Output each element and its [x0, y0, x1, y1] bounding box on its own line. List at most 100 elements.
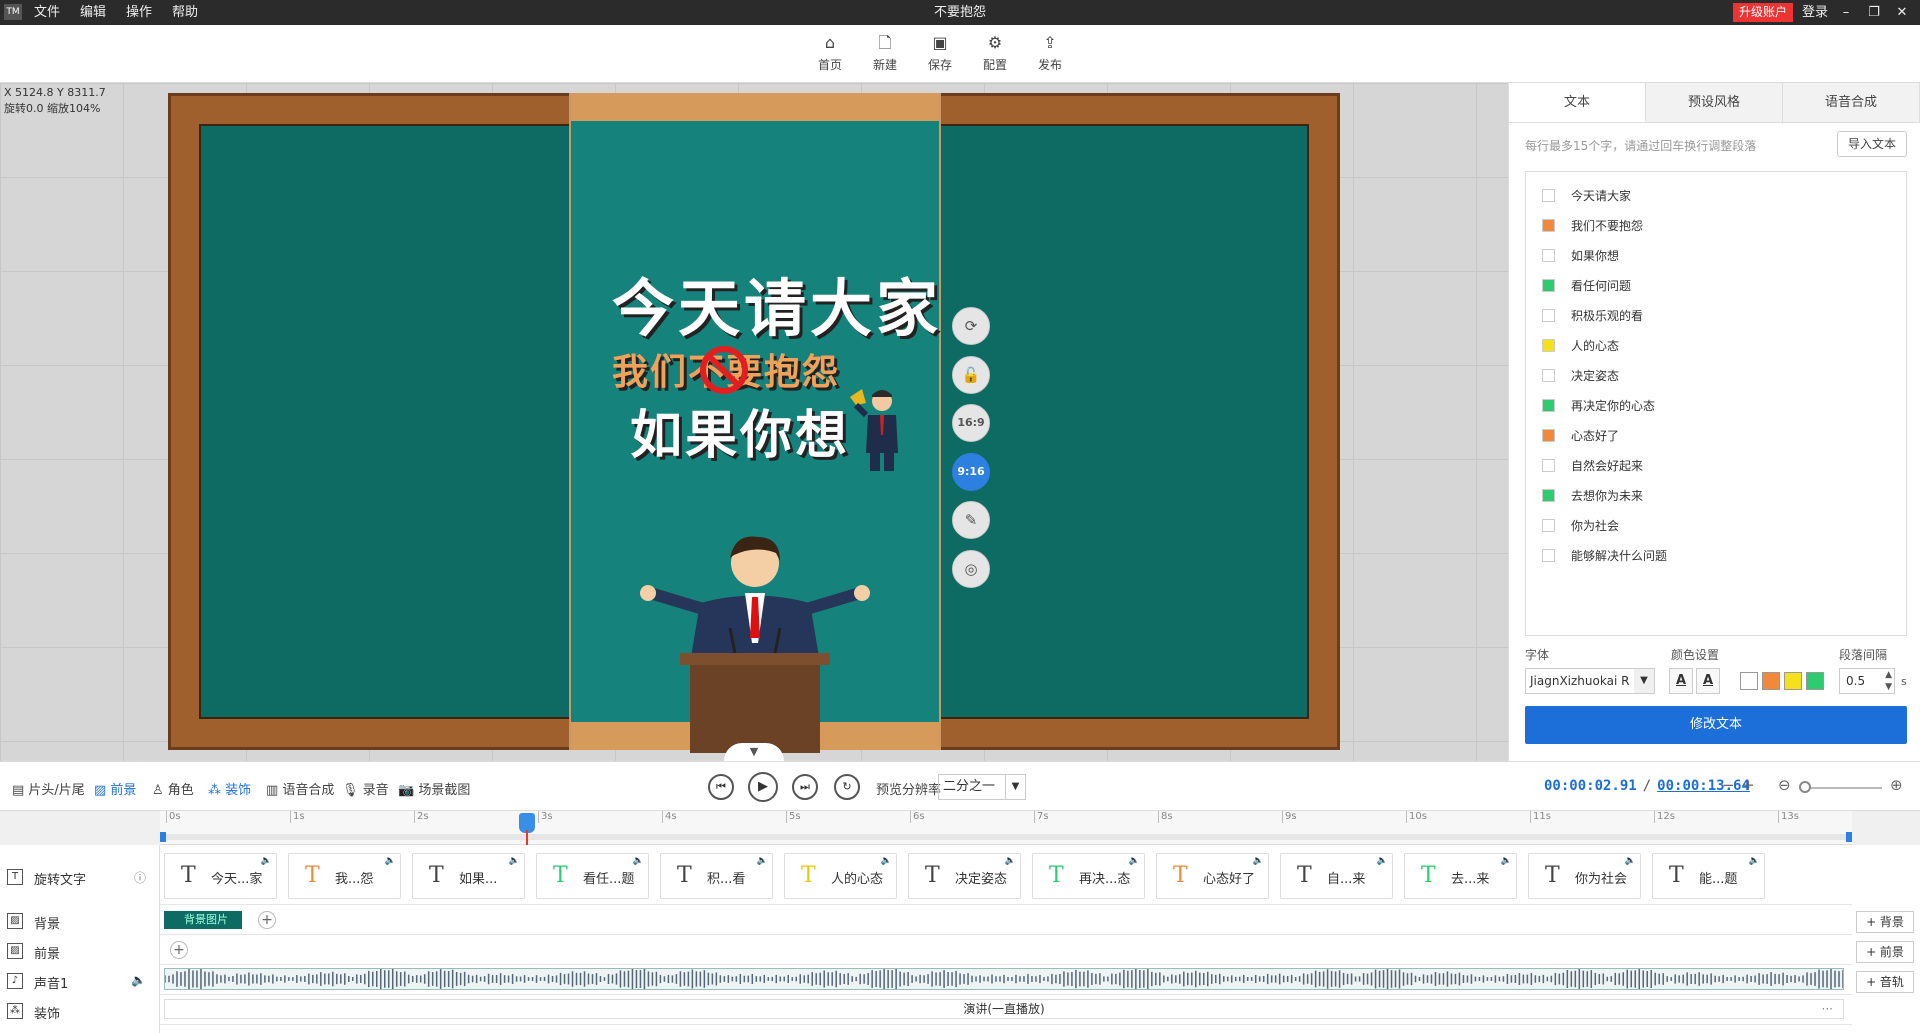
text-line-item[interactable]: 积极乐观的看: [1526, 300, 1906, 330]
font-select[interactable]: JiagnXizhuokai R ▼: [1525, 668, 1655, 694]
text-clip[interactable]: T 去...来 🔈: [1404, 853, 1517, 899]
background-clip[interactable]: 背景图片: [164, 911, 242, 929]
minimize-icon[interactable]: –: [1832, 0, 1860, 25]
add-background-button[interactable]: + 背景: [1856, 911, 1914, 933]
businessman-figure[interactable]: [840, 383, 910, 473]
speaker-icon[interactable]: 🔈: [1005, 856, 1016, 866]
track-label-rotate-text[interactable]: T 旋转文字 ⓘ: [0, 869, 160, 888]
target-icon[interactable]: ◎: [952, 550, 990, 588]
paragraph-spacing-input[interactable]: 0.5 ▲ ▼: [1839, 668, 1895, 694]
zoom-in-icon[interactable]: ⊕: [1890, 776, 1903, 794]
modify-text-button[interactable]: 修改文本: [1525, 706, 1907, 744]
edit-pen-icon[interactable]: ✎: [952, 501, 990, 539]
line-color-swatch[interactable]: [1542, 248, 1555, 262]
text-line-item[interactable]: 人的心态: [1526, 330, 1906, 360]
audio-track-row[interactable]: [160, 965, 1852, 995]
save-button[interactable]: ▣ 保存: [915, 33, 965, 73]
more-icon[interactable]: ···: [1822, 1000, 1833, 1018]
tool-record[interactable]: 🎙 录音: [342, 779, 389, 798]
speaker-icon[interactable]: 🔈: [509, 856, 520, 866]
outline-color-icon[interactable]: A: [1696, 668, 1720, 694]
text-line-item[interactable]: 能够解决什么问题: [1526, 540, 1906, 570]
text-clip[interactable]: T 你为社会 🔈: [1528, 853, 1641, 899]
text-clip[interactable]: T 自...来 🔈: [1280, 853, 1393, 899]
tool-speech[interactable]: ▥ 语音合成: [266, 779, 334, 798]
tool-intro-outro[interactable]: ▤ 片头/片尾: [12, 779, 85, 798]
menu-help[interactable]: 帮助: [172, 0, 198, 25]
speaker-icon[interactable]: 🔈: [131, 973, 146, 987]
menu-edit[interactable]: 编辑: [80, 0, 106, 25]
line-color-swatch[interactable]: [1542, 398, 1555, 412]
line-color-swatch[interactable]: [1542, 308, 1555, 322]
prohibited-icon[interactable]: [700, 346, 748, 394]
tool-screenshot[interactable]: 📷 场景截图: [398, 779, 470, 798]
audio-waveform[interactable]: [164, 968, 1844, 990]
text-clip[interactable]: T 今天...家 🔈: [164, 853, 277, 899]
line-color-swatch[interactable]: [1542, 548, 1555, 562]
decoration-track-row[interactable]: 演讲(一直播放) ···: [160, 995, 1852, 1025]
text-line-item[interactable]: 再决定你的心态: [1526, 390, 1906, 420]
loop-icon[interactable]: ↻: [834, 774, 860, 800]
text-line-item[interactable]: 今天请大家: [1526, 180, 1906, 210]
text-clip[interactable]: T 我...怨 🔈: [288, 853, 401, 899]
stepper-arrows-icon[interactable]: ▲ ▼: [1885, 669, 1892, 693]
play-icon[interactable]: ▶: [748, 772, 778, 802]
foreground-track-row[interactable]: +: [160, 935, 1852, 965]
text-line-item[interactable]: 决定姿态: [1526, 360, 1906, 390]
edit-canvas[interactable]: X 5124.8 Y 8311.7 旋转0.0 缩放104% 今天请大家 我们不…: [0, 83, 1508, 761]
text-line-item[interactable]: 我们不要抱怨: [1526, 210, 1906, 240]
background-track-row[interactable]: 背景图片 +: [160, 905, 1852, 935]
text-line-item[interactable]: 看任何问题: [1526, 270, 1906, 300]
line-color-swatch[interactable]: [1542, 488, 1555, 502]
collapse-chevron-icon[interactable]: ▼: [724, 743, 784, 761]
text-clip[interactable]: T 再决...态 🔈: [1032, 853, 1145, 899]
track-label-decoration[interactable]: ⁂ 装饰: [0, 1003, 160, 1022]
time-ruler[interactable]: 0s 1s 2s 3s 4s 5s 6s 7s 8s 9s 10s 11s 12s 13s: [160, 811, 1852, 845]
speaker-icon[interactable]: 🔈: [1253, 856, 1264, 866]
text-line-item[interactable]: 去想你为未来: [1526, 480, 1906, 510]
speaker-icon[interactable]: 🔈: [1749, 856, 1760, 866]
line-color-swatch[interactable]: [1542, 368, 1555, 382]
restore-icon[interactable]: ❐: [1860, 0, 1888, 25]
color-swatch[interactable]: [1740, 672, 1758, 690]
close-icon[interactable]: ✕: [1888, 0, 1916, 25]
headline-text-1[interactable]: 今天请大家: [612, 258, 942, 348]
headline-text-3[interactable]: 如果你想: [630, 393, 850, 468]
import-text-button[interactable]: 导入文本: [1837, 131, 1907, 157]
text-line-list[interactable]: 今天请大家 我们不要抱怨 如果你想 看任何问题 积极乐观的看 人的心态 决定姿态 再决定你的心…: [1525, 171, 1907, 636]
upgrade-button[interactable]: 升级账户: [1733, 3, 1794, 22]
text-clip[interactable]: T 看任...题 🔈: [536, 853, 649, 899]
text-clip[interactable]: T 决定姿态 🔈: [908, 853, 1021, 899]
home-button[interactable]: ⌂ 首页: [805, 33, 855, 73]
decoration-clip[interactable]: 演讲(一直播放) ···: [164, 999, 1844, 1019]
line-color-swatch[interactable]: [1542, 278, 1555, 292]
text-line-item[interactable]: 心态好了: [1526, 420, 1906, 450]
help-icon[interactable]: ⓘ: [134, 869, 146, 886]
tab-text[interactable]: 文本: [1509, 83, 1646, 122]
speaker-icon[interactable]: 🔈: [1625, 856, 1636, 866]
zoom-slider-track[interactable]: [1800, 787, 1882, 789]
ratio-9-16-button[interactable]: 9:16: [952, 453, 990, 491]
text-line-item[interactable]: 自然会好起来: [1526, 450, 1906, 480]
text-clip[interactable]: T 人的心态 🔈: [784, 853, 897, 899]
line-color-swatch[interactable]: [1542, 428, 1555, 442]
speaker-icon[interactable]: 🔈: [1501, 856, 1512, 866]
font-color-icon[interactable]: A: [1669, 668, 1693, 694]
line-color-swatch[interactable]: [1542, 188, 1555, 202]
tool-foreground[interactable]: ▨ 前景: [94, 779, 136, 798]
config-button[interactable]: ⚙ 配置: [970, 33, 1020, 73]
replace-icon[interactable]: ⟳: [952, 307, 990, 345]
minus-icon[interactable]: −: [1722, 776, 1735, 794]
menu-operate[interactable]: 操作: [126, 0, 152, 25]
zoom-out-icon[interactable]: ⊖: [1778, 776, 1791, 794]
line-color-swatch[interactable]: [1542, 458, 1555, 472]
publish-button[interactable]: ⇪ 发布: [1025, 33, 1075, 73]
total-time[interactable]: 00:00:13.64: [1657, 778, 1750, 794]
lock-icon[interactable]: 🔓: [952, 356, 990, 394]
speaker-icon[interactable]: 🔈: [385, 856, 396, 866]
line-color-swatch[interactable]: [1542, 338, 1555, 352]
tab-speech-synthesis[interactable]: 语音合成: [1783, 83, 1920, 122]
track-area[interactable]: T 今天...家 🔈 T 我...怨 🔈 T 如果... 🔈 T 看任...题 🔈 T 积...看 🔈 T 人的…: [160, 845, 1852, 1033]
speaker-icon[interactable]: 🔈: [757, 856, 768, 866]
range-start-handle[interactable]: [160, 832, 166, 842]
